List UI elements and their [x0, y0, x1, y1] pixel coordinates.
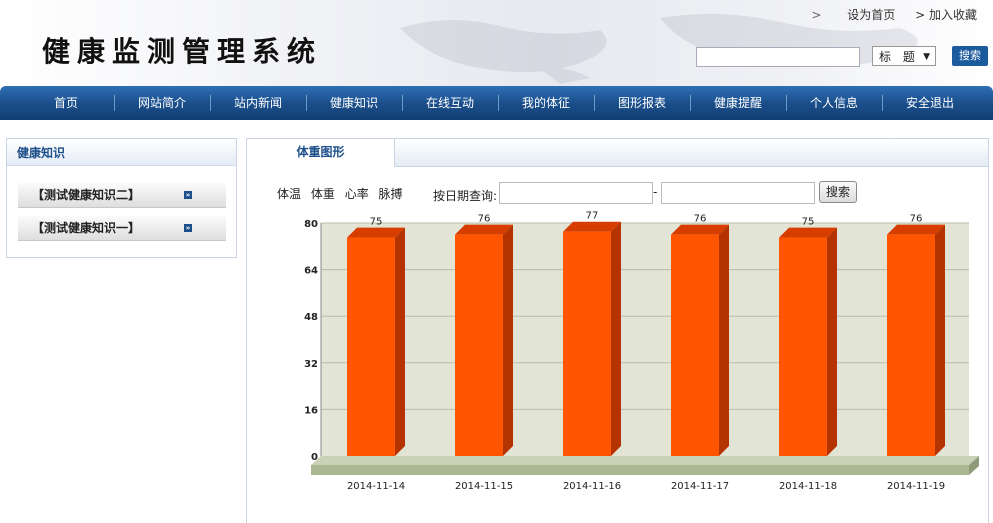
end-date-input[interactable]: [661, 182, 815, 204]
bar-side: [395, 227, 405, 456]
x-tick-label: 2014-11-18: [779, 481, 837, 492]
sidebar-item-label: 【测试健康知识一】: [32, 221, 141, 235]
filter-pulse[interactable]: 脉搏: [379, 187, 403, 201]
nav-item-news[interactable]: 站内新闻: [210, 86, 306, 120]
start-date-input[interactable]: [499, 182, 653, 204]
y-tick-label: 64: [304, 266, 318, 277]
arrow-right-icon: »: [184, 224, 192, 232]
x-tick-label: 2014-11-16: [563, 481, 621, 492]
bar-top: [347, 227, 405, 238]
x-tick-label: 2014-11-19: [887, 481, 945, 492]
plot-area: [321, 223, 969, 456]
bar-value-label: 75: [802, 217, 815, 228]
search-type-value: 标 题: [879, 50, 919, 64]
sidebar-item-knowledge-1[interactable]: 【测试健康知识一】 »: [18, 216, 226, 241]
filter-heart-rate[interactable]: 心率: [345, 187, 369, 201]
metric-filters: 体温 体重 心率 脉搏: [277, 185, 409, 202]
top-link-arrow: >: [811, 8, 822, 22]
nav-item-health-knowledge[interactable]: 健康知识: [306, 86, 402, 120]
nav-item-personal-info[interactable]: 个人信息: [786, 86, 882, 120]
date-separator: -: [653, 185, 658, 199]
nav-item-about[interactable]: 网站简介: [114, 86, 210, 120]
search-type-select[interactable]: 标 题 ▼: [872, 46, 936, 66]
set-homepage-link[interactable]: 设为首页: [847, 6, 895, 23]
x-tick-label: 2014-11-14: [347, 481, 405, 492]
search-input[interactable]: [696, 47, 860, 67]
add-favorite-link[interactable]: > 加入收藏: [915, 6, 977, 23]
header: > 设为首页 > 加入收藏 健康监测管理系统 标 题 ▼ 搜索: [0, 0, 993, 86]
main-nav: 首页 网站简介 站内新闻 健康知识 在线互动 我的体征 图形报表 健康提醒 个人…: [0, 86, 993, 120]
chart-floor: [311, 465, 969, 475]
nav-item-vital-signs[interactable]: 我的体征: [498, 86, 594, 120]
bar-side: [611, 221, 621, 456]
weight-bar-chart: 0 16 32 48 64 80 75 2014-11-14 76 2014-11-15 77 201…: [304, 211, 979, 492]
bar: [455, 234, 503, 456]
site-logo: 健康监测管理系统: [42, 35, 323, 68]
bar-top: [779, 227, 837, 238]
bar-side: [935, 224, 945, 456]
y-tick-label: 32: [304, 359, 318, 370]
bar-side: [503, 224, 513, 456]
nav-item-health-reminder[interactable]: 健康提醒: [690, 86, 786, 120]
filter-temperature[interactable]: 体温: [277, 187, 301, 201]
bar: [563, 231, 611, 456]
bar-value-label: 76: [910, 214, 923, 225]
date-query-label: 按日期查询:: [433, 189, 498, 203]
x-tick-label: 2014-11-15: [455, 481, 513, 492]
y-tick-label: 16: [304, 405, 318, 416]
tab-weight-chart[interactable]: 体重图形: [247, 139, 395, 167]
bar-side: [827, 227, 837, 456]
bar-top: [455, 224, 513, 235]
y-tick-label: 0: [311, 452, 318, 463]
y-tick-label: 48: [304, 312, 318, 323]
bar-value-label: 76: [478, 214, 491, 225]
nav-item-interaction[interactable]: 在线互动: [402, 86, 498, 120]
chart-floor-top: [311, 456, 979, 465]
y-tick-label: 80: [304, 219, 318, 230]
bar: [671, 234, 719, 456]
tab-bar: 体重图形: [247, 139, 988, 167]
bar-top: [887, 224, 945, 235]
filter-weight[interactable]: 体重: [311, 187, 335, 201]
sidebar-title: 健康知识: [7, 139, 236, 166]
bar-side: [719, 224, 729, 456]
bar-top: [671, 224, 729, 235]
chevron-down-icon: ▼: [923, 52, 930, 62]
bar: [347, 237, 395, 456]
sidebar-item-knowledge-2[interactable]: 【测试健康知识二】 »: [18, 183, 226, 208]
sidebar-item-label: 【测试健康知识二】: [32, 188, 141, 202]
x-tick-label: 2014-11-17: [671, 481, 729, 492]
query-button[interactable]: 搜索: [819, 181, 857, 203]
search-button[interactable]: 搜索: [952, 46, 988, 66]
bar: [779, 237, 827, 456]
nav-item-logout[interactable]: 安全退出: [882, 86, 978, 120]
bar-value-label: 77: [586, 211, 599, 222]
bar-value-label: 76: [694, 214, 707, 225]
bar: [887, 234, 935, 456]
bar-top: [563, 221, 621, 232]
arrow-right-icon: »: [184, 191, 192, 199]
bar-value-label: 75: [370, 217, 383, 228]
sidebar: 健康知识 【测试健康知识二】 » 【测试健康知识一】 »: [6, 138, 237, 258]
nav-item-chart-report[interactable]: 图形报表: [594, 86, 690, 120]
top-links: > 设为首页 > 加入收藏: [795, 6, 977, 23]
nav-item-home[interactable]: 首页: [18, 86, 114, 120]
